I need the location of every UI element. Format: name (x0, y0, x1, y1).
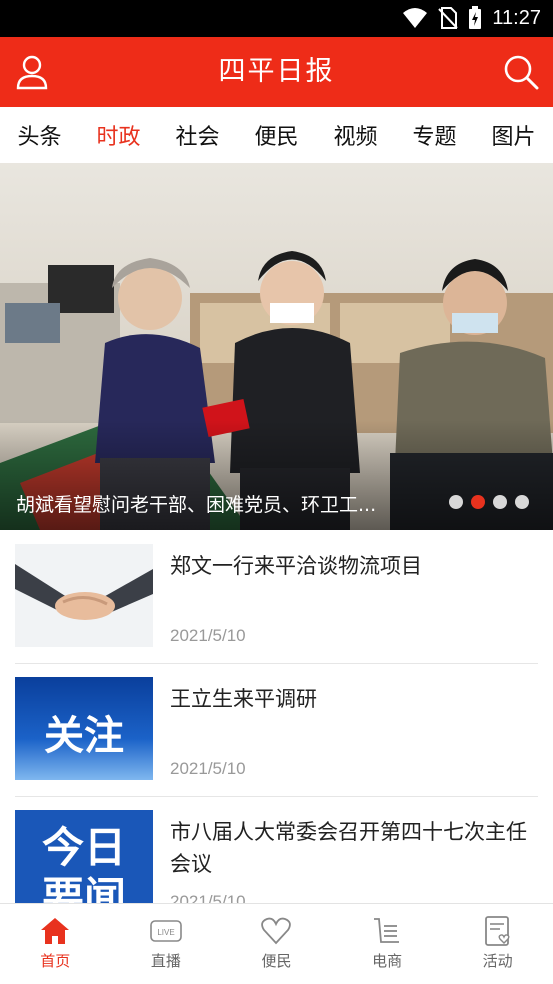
shopping-icon (374, 918, 400, 943)
nav-convenience[interactable]: 便民 (221, 904, 332, 984)
tab-society[interactable]: 社会 (158, 119, 237, 151)
app-header: 四平日报 (0, 37, 553, 107)
banner-caption[interactable]: 胡斌看望慰问老干部、困难党员、环卫工... (16, 490, 436, 517)
tab-pictures[interactable]: 图片 (474, 119, 553, 151)
wifi-icon (403, 8, 428, 28)
nav-label: 电商 (372, 952, 403, 970)
news-item[interactable]: 关注 王立生来平调研 2021/5/10 (15, 663, 538, 797)
status-time: 11:27 (492, 6, 541, 29)
nav-label: 便民 (261, 952, 292, 970)
nav-label: 直播 (150, 952, 181, 970)
news-thumbnail-today-news[interactable]: 今日 要闻 (15, 810, 153, 913)
heart-icon (261, 917, 292, 945)
nav-label: 首页 (40, 952, 71, 970)
nav-live[interactable]: LIVE 直播 (111, 904, 222, 984)
search-icon[interactable] (503, 54, 539, 90)
news-title[interactable]: 王立生来平调研 (170, 683, 540, 715)
news-date: 2021/5/10 (170, 626, 246, 645)
live-icon: LIVE (150, 920, 182, 942)
carousel-dot[interactable] (515, 495, 529, 509)
thumbnail-text: 关注 (44, 712, 124, 759)
tab-convenience[interactable]: 便民 (237, 119, 316, 151)
news-date: 2021/5/10 (170, 759, 246, 778)
tab-video[interactable]: 视频 (316, 119, 395, 151)
no-sim-icon (438, 7, 459, 29)
news-title[interactable]: 市八届人大常委会召开第四十七次主任会议 (170, 816, 540, 880)
nav-home[interactable]: 首页 (0, 904, 111, 984)
live-badge-text: LIVE (157, 928, 174, 937)
carousel-dot[interactable] (449, 495, 463, 509)
tab-topics[interactable]: 专题 (395, 119, 474, 151)
carousel-dot[interactable] (493, 495, 507, 509)
status-bar: 11:27 (0, 0, 553, 37)
tab-politics[interactable]: 时政 (79, 119, 158, 151)
news-item[interactable]: 郑文一行来平洽谈物流项目 2021/5/10 (15, 530, 538, 664)
tab-headlines[interactable]: 头条 (0, 119, 79, 151)
home-icon (41, 918, 70, 944)
activity-icon (484, 916, 510, 946)
carousel-indicators (449, 495, 529, 509)
category-tabs: 头条 时政 社会 便民 视频 专题 图片 (0, 107, 553, 163)
bottom-nav: 首页 LIVE 直播 便民 电商 活动 (0, 903, 553, 984)
carousel-dot-active[interactable] (471, 495, 485, 509)
nav-label: 活动 (482, 952, 513, 970)
news-title[interactable]: 郑文一行来平洽谈物流项目 (170, 550, 540, 582)
battery-charging-icon (469, 6, 482, 29)
banner-carousel[interactable]: 胡斌看望慰问老干部、困难党员、环卫工... (0, 163, 553, 530)
nav-ecommerce[interactable]: 电商 (332, 904, 443, 984)
nav-activity[interactable]: 活动 (442, 904, 553, 984)
app-title: 四平日报 (218, 56, 335, 87)
news-thumbnail-handshake[interactable] (15, 544, 153, 647)
news-thumbnail-focus[interactable]: 关注 (15, 677, 153, 780)
banner-photo[interactable] (0, 163, 553, 530)
